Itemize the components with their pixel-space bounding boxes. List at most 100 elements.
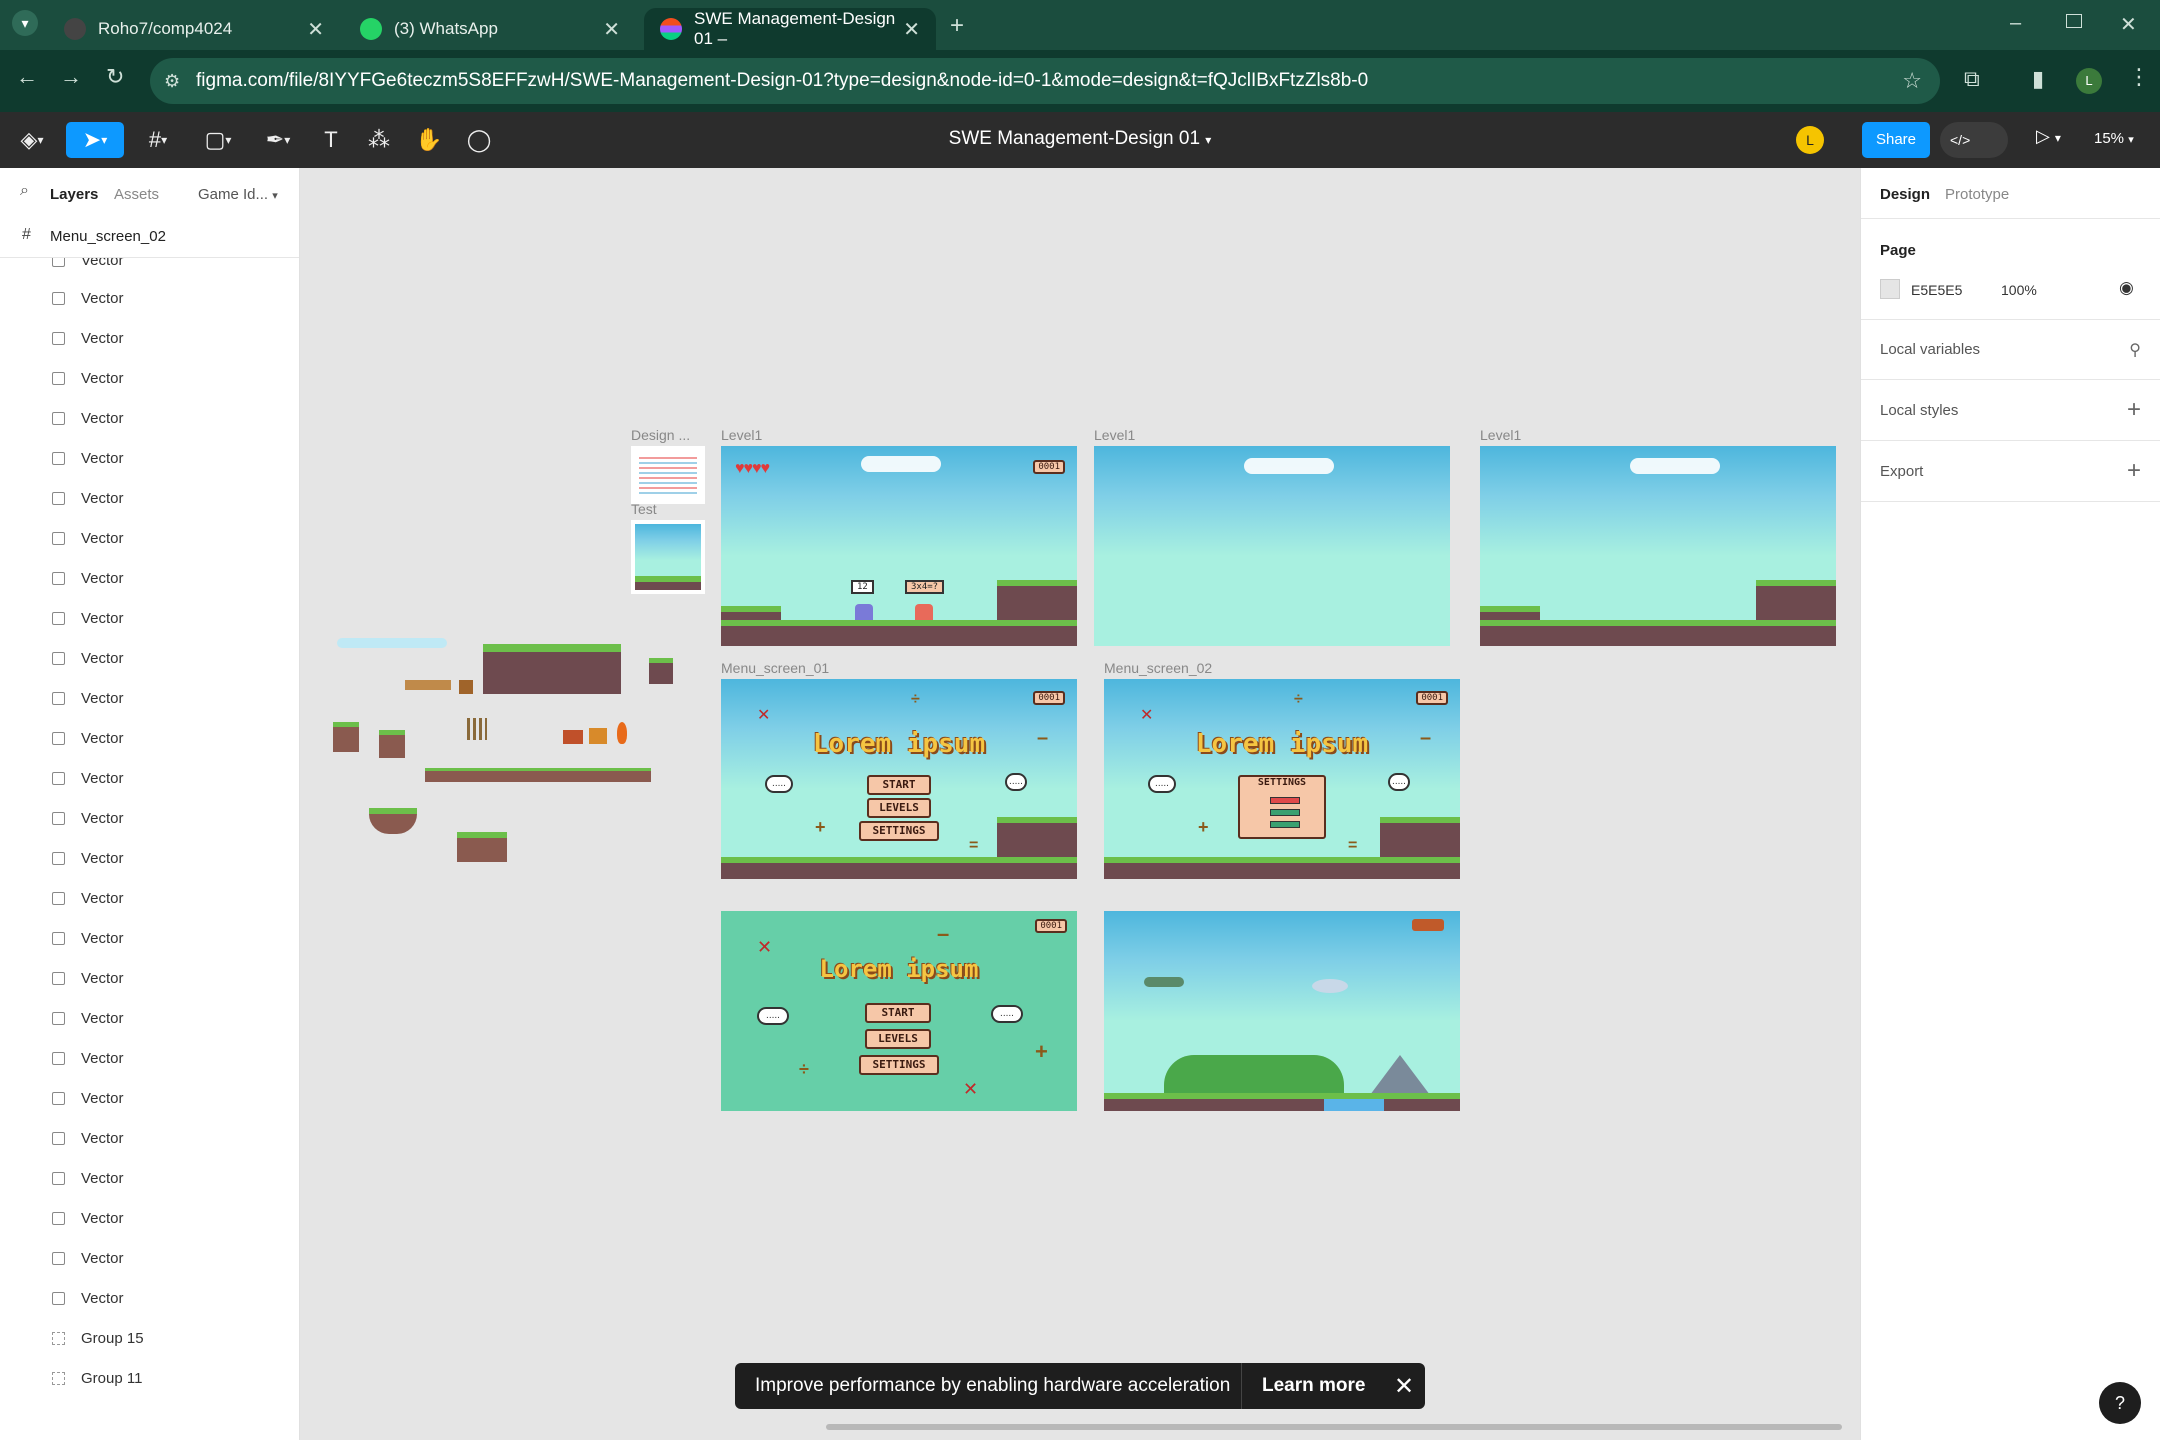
layer-item[interactable]: Vector bbox=[52, 278, 124, 318]
levels-button[interactable]: LEVELS bbox=[867, 798, 931, 818]
layer-item[interactable]: Vector bbox=[52, 258, 124, 276]
page-selector[interactable]: Game Id... ▾ bbox=[198, 186, 278, 203]
share-button[interactable]: Share bbox=[1862, 122, 1930, 158]
layer-item[interactable]: Vector bbox=[52, 478, 124, 518]
extensions-icon[interactable]: ⧉ bbox=[1964, 66, 1980, 92]
music-slider[interactable] bbox=[1270, 809, 1300, 816]
layer-item[interactable]: Vector bbox=[52, 798, 124, 838]
levels-button[interactable]: LEVELS bbox=[865, 1029, 931, 1049]
tab-design[interactable]: Design bbox=[1880, 186, 1930, 203]
user-avatar[interactable]: L bbox=[1796, 126, 1824, 154]
zoom-level[interactable]: 15% ▾ bbox=[2094, 130, 2134, 147]
window-close-icon[interactable]: ✕ bbox=[2120, 12, 2137, 37]
present-play-icon[interactable]: ▷ ▾ bbox=[2036, 126, 2061, 147]
local-styles-row[interactable]: Local styles + bbox=[1861, 380, 2160, 441]
layer-item[interactable]: Vector bbox=[52, 918, 124, 958]
layer-item[interactable]: Vector bbox=[52, 438, 124, 478]
site-info-icon[interactable]: ⚙ bbox=[164, 71, 180, 92]
layer-item[interactable]: Vector bbox=[52, 758, 124, 798]
close-icon[interactable]: ✕ bbox=[1382, 1372, 1414, 1401]
local-variables-row[interactable]: Local variables ⚲ bbox=[1861, 319, 2160, 380]
layer-item[interactable]: Vector bbox=[52, 598, 124, 638]
tab-assets[interactable]: Assets bbox=[114, 186, 159, 203]
close-icon[interactable]: ✕ bbox=[307, 17, 324, 42]
selected-frame-name[interactable]: Menu_screen_02 bbox=[50, 228, 166, 245]
tab-figma[interactable]: SWE Management-Design 01 – ✕ bbox=[644, 8, 936, 50]
volume-slider[interactable] bbox=[1270, 797, 1300, 804]
layer-item[interactable]: Vector bbox=[52, 1038, 124, 1078]
layer-item[interactable]: Vector bbox=[52, 1078, 124, 1118]
page-color-value[interactable]: E5E5E5 bbox=[1911, 282, 1962, 298]
tab-layers[interactable]: Layers bbox=[50, 186, 98, 203]
page-color-swatch[interactable] bbox=[1880, 279, 1900, 299]
reload-icon[interactable]: ↻ bbox=[106, 64, 124, 90]
design-system-frame[interactable] bbox=[631, 446, 705, 504]
effects-slider[interactable] bbox=[1270, 821, 1300, 828]
canvas[interactable]: Design ... Test Level1 ♥♥♥♥ 0001 12 3x4=… bbox=[301, 168, 1859, 1440]
minimize-icon[interactable]: – bbox=[2010, 12, 2021, 35]
tab-prototype[interactable]: Prototype bbox=[1945, 186, 2009, 203]
export-row[interactable]: Export + bbox=[1861, 441, 2160, 502]
layer-item[interactable]: Vector bbox=[52, 318, 124, 358]
forward-icon[interactable]: → bbox=[60, 64, 82, 90]
layer-item[interactable]: Vector bbox=[52, 1238, 124, 1278]
menu-screen-01-frame[interactable]: 0001 ✕ ÷ – Lorem ipsum ..... ..... START… bbox=[721, 679, 1077, 879]
restore-icon[interactable] bbox=[2066, 14, 2082, 28]
document-title[interactable]: SWE Management-Design 01 ▾ bbox=[0, 128, 2160, 150]
start-button[interactable]: START bbox=[867, 775, 931, 795]
layer-item[interactable]: Group 15 bbox=[52, 1318, 144, 1358]
page-opacity-value[interactable]: 100% bbox=[2001, 282, 2037, 298]
vector-icon bbox=[52, 451, 65, 465]
settings-button[interactable]: SETTINGS bbox=[859, 1055, 939, 1075]
add-icon[interactable]: + bbox=[2127, 457, 2141, 485]
variables-icon[interactable]: ⚲ bbox=[2129, 340, 2141, 360]
tab-github[interactable]: Roho7/comp4024 ✕ bbox=[48, 8, 340, 50]
scenery-frame[interactable] bbox=[1104, 911, 1460, 1111]
bookmark-star-icon[interactable]: ☆ bbox=[1902, 68, 1922, 94]
menu-screen-02-frame[interactable]: 0001 ✕ ÷ – Lorem ipsum ..... ..... SETTI… bbox=[1104, 679, 1460, 879]
learn-more-button[interactable]: Learn more bbox=[1242, 1375, 1382, 1397]
layer-item[interactable]: Vector bbox=[52, 1158, 124, 1198]
level1-frame-empty[interactable] bbox=[1094, 446, 1450, 646]
layer-item[interactable]: Vector bbox=[52, 638, 124, 678]
layer-item[interactable]: Vector bbox=[52, 838, 124, 878]
close-icon[interactable]: ✕ bbox=[603, 17, 620, 42]
layer-item[interactable]: Vector bbox=[52, 1118, 124, 1158]
layer-item[interactable]: Vector bbox=[52, 1198, 124, 1238]
layer-item[interactable]: Vector bbox=[52, 1278, 124, 1318]
back-icon[interactable]: ← bbox=[16, 64, 38, 90]
layer-item[interactable]: Vector bbox=[52, 998, 124, 1038]
tab-whatsapp[interactable]: (3) WhatsApp ✕ bbox=[344, 8, 636, 50]
layer-item[interactable]: Vector bbox=[52, 398, 124, 438]
menu-teal-frame[interactable]: 0001 ✕ – Lorem ipsum ..... ..... START L… bbox=[721, 911, 1077, 1111]
test-frame[interactable] bbox=[631, 520, 705, 594]
layer-item[interactable]: Vector bbox=[52, 558, 124, 598]
level1-frame-terrain[interactable] bbox=[1480, 446, 1836, 646]
layer-item[interactable]: Vector bbox=[52, 958, 124, 998]
layer-item[interactable]: Group 11 bbox=[52, 1358, 142, 1398]
settings-panel[interactable]: SETTINGS bbox=[1238, 775, 1326, 839]
canvas-horizontal-scrollbar[interactable] bbox=[826, 1424, 1842, 1430]
add-icon[interactable]: + bbox=[2127, 396, 2141, 424]
tab-list-dropdown[interactable]: ▾ bbox=[12, 10, 38, 36]
side-panel-icon[interactable]: ▮ bbox=[2032, 66, 2044, 92]
layer-item[interactable]: Vector bbox=[52, 678, 124, 718]
profile-avatar[interactable]: L bbox=[2076, 68, 2102, 94]
dev-mode-toggle[interactable]: </> bbox=[1940, 122, 2008, 158]
start-button[interactable]: START bbox=[865, 1003, 931, 1023]
layer-item[interactable]: Vector bbox=[52, 718, 124, 758]
url-field[interactable]: ⚙ figma.com/file/8IYYFGe6teczm5S8EFFzwH/… bbox=[150, 58, 1940, 104]
visibility-eye-icon[interactable]: ◉ bbox=[2119, 278, 2134, 298]
help-button[interactable]: ? bbox=[2099, 1382, 2141, 1424]
browser-menu-icon[interactable]: ⋮ bbox=[2128, 64, 2150, 90]
new-tab-button[interactable]: + bbox=[950, 12, 964, 40]
layer-label: Vector bbox=[81, 809, 124, 827]
layer-item[interactable]: Vector bbox=[52, 358, 124, 398]
right-hill bbox=[997, 580, 1077, 620]
settings-button[interactable]: SETTINGS bbox=[859, 821, 939, 841]
layer-item[interactable]: Vector bbox=[52, 878, 124, 918]
close-icon[interactable]: ✕ bbox=[903, 17, 920, 42]
layer-item[interactable]: Vector bbox=[52, 518, 124, 558]
search-icon[interactable]: ⌕ bbox=[20, 182, 29, 200]
level1-frame-with-game[interactable]: ♥♥♥♥ 0001 12 3x4=? bbox=[721, 446, 1077, 646]
